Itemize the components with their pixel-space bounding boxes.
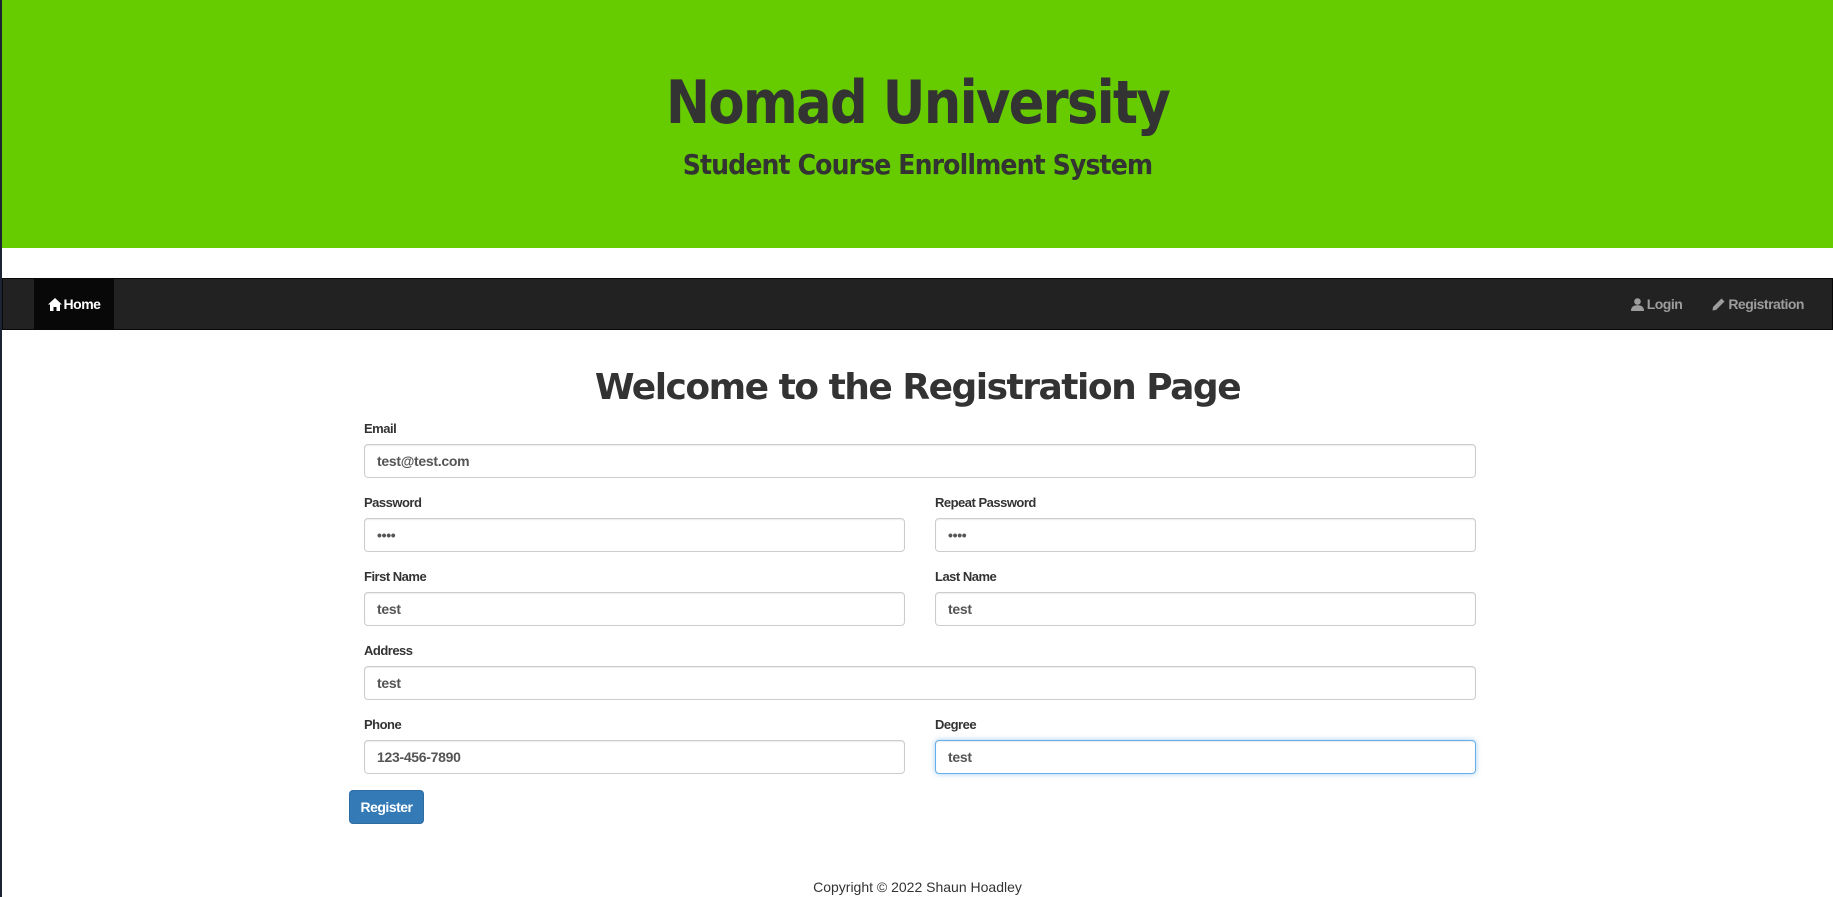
user-icon xyxy=(1630,297,1644,311)
main-content: Welcome to the Registration Page Email t… xyxy=(2,330,1833,774)
repeat-password-field[interactable]: •••• xyxy=(935,518,1476,552)
password-field[interactable]: •••• xyxy=(364,518,905,552)
password-group: Password •••• xyxy=(364,494,905,552)
email-label: Email xyxy=(364,421,397,436)
password-label: Password xyxy=(364,495,422,510)
register-button[interactable]: Register xyxy=(349,790,424,824)
nav-home-label: Home xyxy=(63,296,101,312)
last-name-field[interactable]: test xyxy=(935,592,1476,626)
first-name-group: First Name test xyxy=(364,568,905,626)
nav-right-group: Login Registration xyxy=(1630,279,1804,329)
last-name-group: Last Name test xyxy=(935,568,1476,626)
phone-field[interactable]: 123-456-7890 xyxy=(364,740,905,774)
nav-registration-label: Registration xyxy=(1728,296,1804,312)
nav-registration-link[interactable]: Registration xyxy=(1712,296,1804,312)
nav-login-label: Login xyxy=(1646,296,1683,312)
site-header: Nomad University Student Course Enrollme… xyxy=(2,0,1833,248)
page: Nomad University Student Course Enrollme… xyxy=(0,0,1833,897)
repeat-password-label: Repeat Password xyxy=(935,495,1036,510)
footer-copyright: Copyright © 2022 Shaun Hoadley xyxy=(813,879,1022,895)
repeat-password-group: Repeat Password •••• xyxy=(935,494,1476,552)
site-title: Nomad University xyxy=(665,68,1171,138)
phone-group: Phone 123-456-7890 xyxy=(364,716,905,774)
email-field[interactable]: test@test.com xyxy=(364,444,1476,478)
home-icon xyxy=(47,297,62,311)
nav-home-link[interactable]: Home xyxy=(34,279,114,329)
address-field[interactable]: test xyxy=(364,666,1476,700)
site-subtitle: Student Course Enrollment System xyxy=(682,148,1153,181)
degree-field[interactable]: test xyxy=(935,740,1476,774)
address-label: Address xyxy=(364,643,413,658)
degree-label: Degree xyxy=(935,717,977,732)
page-heading: Welcome to the Registration Page xyxy=(594,367,1242,408)
first-name-field[interactable]: test xyxy=(364,592,905,626)
navbar: Home Login Registration xyxy=(2,278,1833,330)
nav-login-link[interactable]: Login xyxy=(1630,296,1683,312)
address-group: Address test xyxy=(364,642,1476,700)
email-group: Email test@test.com xyxy=(364,420,1476,478)
degree-group: Degree test xyxy=(935,716,1476,774)
first-name-label: First Name xyxy=(364,569,427,584)
phone-label: Phone xyxy=(364,717,402,732)
pencil-icon xyxy=(1712,298,1725,311)
last-name-label: Last Name xyxy=(935,569,997,584)
